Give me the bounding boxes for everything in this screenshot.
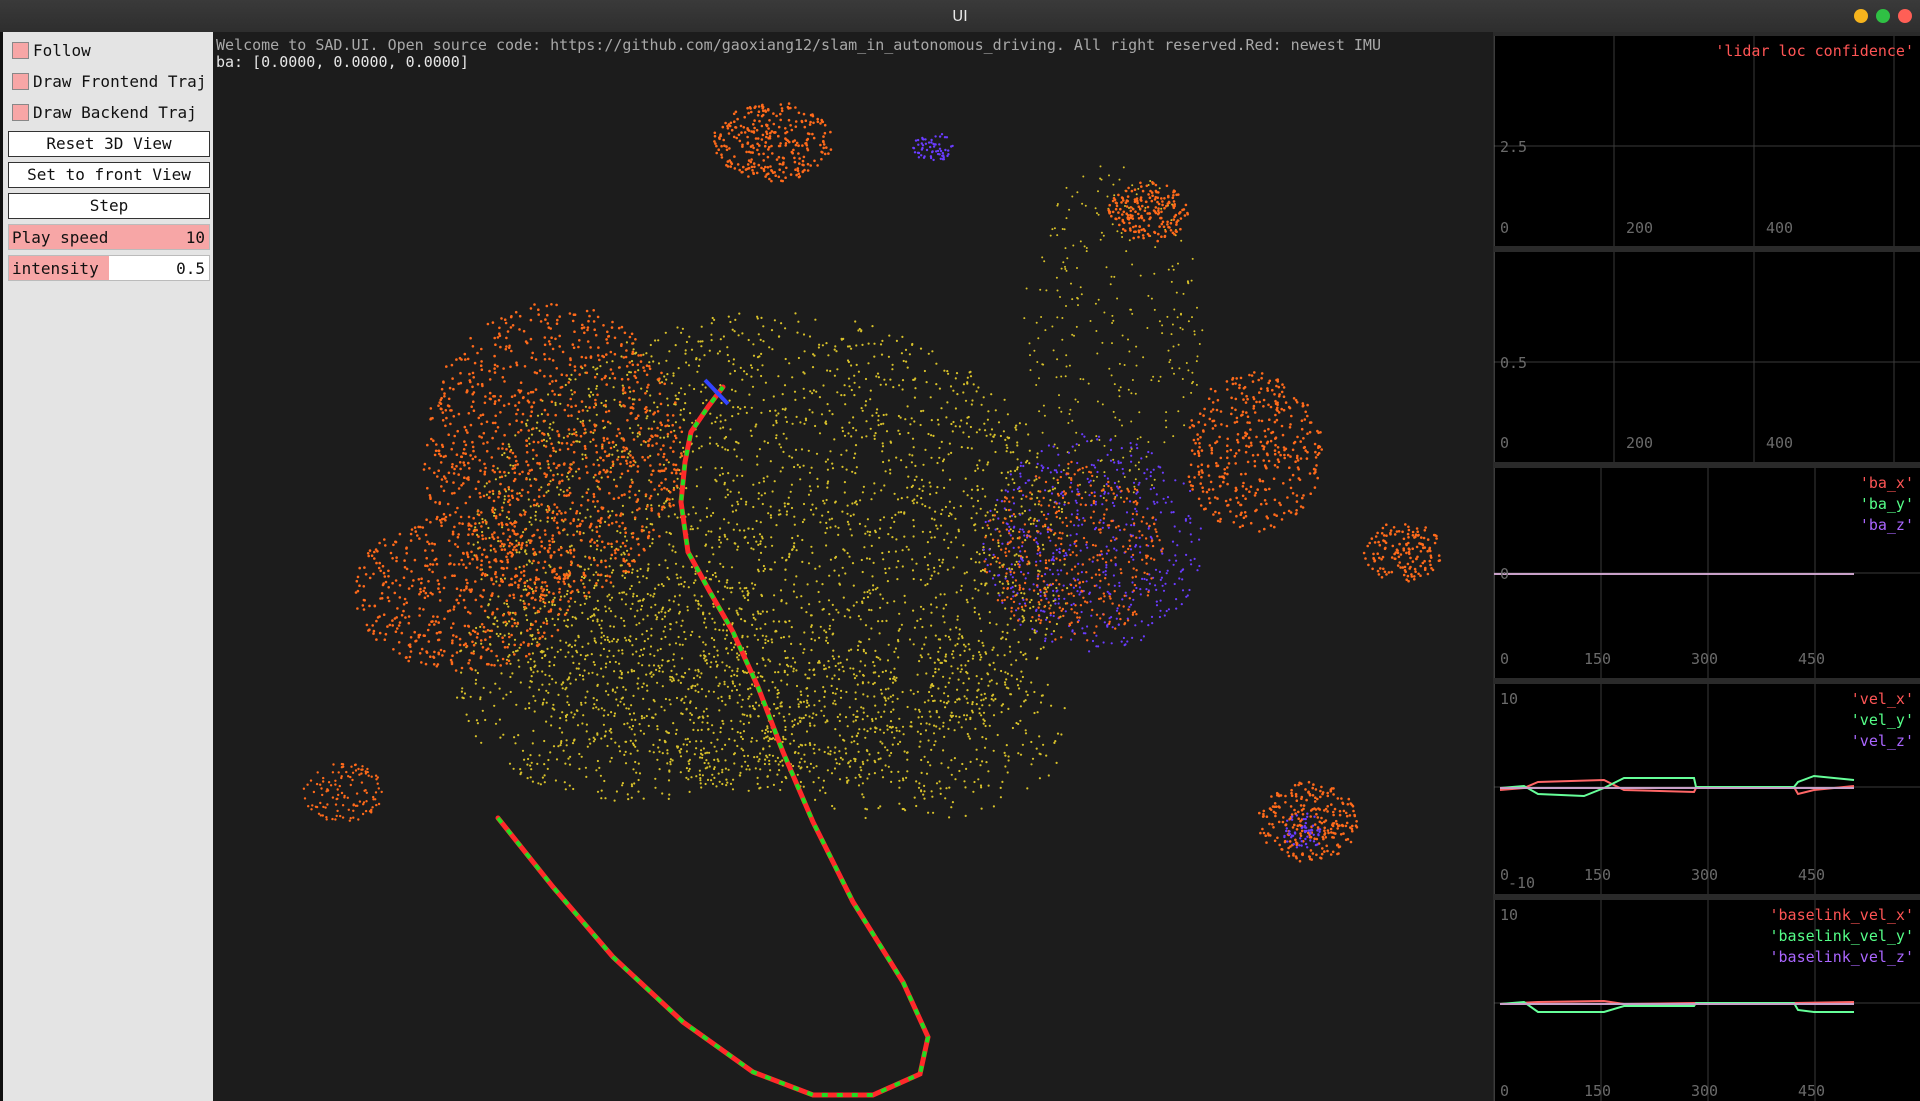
legend-baselink-vel-x: 'baselink_vel_x'	[1770, 906, 1915, 924]
building-points	[302, 102, 1442, 863]
draw-frontend-traj-checkbox[interactable]: Draw Frontend Traj	[8, 69, 210, 95]
xtick: 200	[1626, 434, 1653, 452]
legend-ba-y: 'ba_y'	[1860, 495, 1914, 513]
ba-readout: ba: [0.0000, 0.0000, 0.0000]	[216, 53, 469, 71]
reset-3d-view-button[interactable]: Reset 3D View	[8, 131, 210, 157]
tree-points	[912, 133, 1322, 849]
play-speed-label: Play speed	[12, 228, 109, 247]
ytick: 2.5	[1500, 138, 1527, 156]
xtick: 450	[1798, 866, 1825, 884]
follow-checkbox-box[interactable]	[12, 42, 29, 59]
legend-ba-z: 'ba_z'	[1860, 516, 1914, 534]
xtick: 300	[1691, 1082, 1718, 1100]
xtick: 400	[1766, 219, 1793, 237]
legend-baselink-vel-y: 'baselink_vel_y'	[1770, 927, 1915, 945]
draw-backend-traj-label: Draw Backend Traj	[33, 103, 197, 122]
xtick: 300	[1691, 866, 1718, 884]
window-title: UI	[952, 7, 968, 25]
xtick: 400	[1766, 434, 1793, 452]
newest-imu-marker	[703, 378, 730, 406]
title-bar: UI	[0, 0, 1920, 33]
ytick: 0.5	[1500, 354, 1527, 372]
plot-ba: 'ba_x' 'ba_y' 'ba_z' 0 0 150 300 450	[1494, 468, 1920, 678]
xtick: 200	[1626, 219, 1653, 237]
plot-lidar-confidence: 'lidar loc confidence' 2.5 0 200 400	[1494, 36, 1920, 246]
draw-frontend-traj-box[interactable]	[12, 73, 29, 90]
intensity-slider[interactable]: intensity 0.5	[8, 255, 210, 281]
play-speed-value: 10	[185, 228, 205, 247]
intensity-label: intensity	[12, 259, 99, 278]
follow-checkbox[interactable]: Follow	[8, 38, 210, 64]
xtick: 0	[1500, 866, 1509, 884]
close-button[interactable]	[1898, 9, 1912, 23]
xtick: 300	[1691, 650, 1718, 668]
xtick: 0	[1500, 434, 1509, 452]
legend-vel-y: 'vel_y'	[1851, 711, 1914, 729]
play-speed-slider[interactable]: Play speed 10	[8, 224, 210, 250]
follow-label: Follow	[33, 41, 91, 60]
ytick: 10	[1500, 906, 1518, 924]
plot-2: 0.5 0 200 400	[1494, 252, 1920, 462]
legend-lidar-loc-confidence: 'lidar loc confidence'	[1715, 42, 1914, 60]
xtick: 150	[1584, 1082, 1611, 1100]
ytick: 10	[1500, 690, 1518, 708]
3d-point-cloud-viewer[interactable]: Welcome to SAD.UI. Open source code: htt…	[213, 32, 1493, 1101]
xtick: 0	[1500, 1082, 1509, 1100]
xtick: 0	[1500, 219, 1509, 237]
xtick: 450	[1798, 650, 1825, 668]
ytick: -10	[1508, 874, 1535, 892]
legend-baselink-vel-z: 'baselink_vel_z'	[1770, 948, 1915, 966]
welcome-text: Welcome to SAD.UI. Open source code: htt…	[216, 36, 1381, 54]
plot-baselink-vel: 'baselink_vel_x' 'baselink_vel_y' 'basel…	[1494, 900, 1920, 1101]
control-panel: Follow Draw Frontend Traj Draw Backend T…	[3, 32, 213, 1101]
draw-backend-traj-checkbox[interactable]: Draw Backend Traj	[8, 100, 210, 126]
point-cloud-canvas	[302, 102, 1442, 1098]
minimize-button[interactable]	[1854, 9, 1868, 23]
legend-vel-x: 'vel_x'	[1851, 690, 1914, 708]
xtick: 150	[1584, 866, 1611, 884]
maximize-button[interactable]	[1876, 9, 1890, 23]
xtick: 450	[1798, 1082, 1825, 1100]
draw-frontend-traj-label: Draw Frontend Traj	[33, 72, 207, 91]
plot-vel: 'vel_x' 'vel_y' 'vel_z' 10 -10 0 150 300…	[1494, 684, 1920, 894]
step-button[interactable]: Step	[8, 193, 210, 219]
draw-backend-traj-box[interactable]	[12, 104, 29, 121]
ytick: 0	[1500, 565, 1509, 583]
legend-vel-z: 'vel_z'	[1851, 732, 1914, 750]
intensity-value: 0.5	[176, 259, 205, 278]
xtick: 150	[1584, 650, 1611, 668]
set-front-view-button[interactable]: Set to front View	[8, 162, 210, 188]
legend-ba-x: 'ba_x'	[1860, 474, 1914, 492]
xtick: 0	[1500, 650, 1509, 668]
plot-panel: 'lidar loc confidence' 2.5 0 200 400 0.5…	[1493, 32, 1920, 1101]
